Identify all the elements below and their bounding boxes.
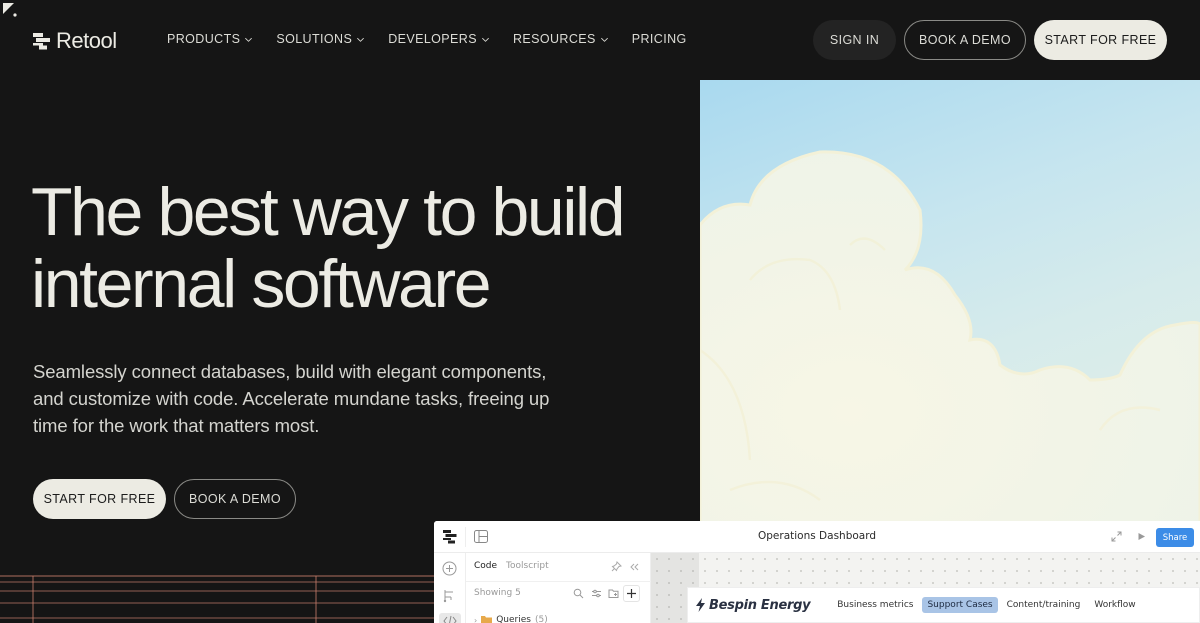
bespin-brand-name: Bespin Energy [709,597,811,613]
nav-business-metrics[interactable]: Business metrics [832,597,918,613]
nav-products[interactable]: PRODUCTS [167,32,253,46]
code-nav-active[interactable] [439,613,461,623]
app-preview-window: Operations Dashboard Share Code Toolscri… [434,521,1200,623]
nav-label: PRODUCTS [167,32,241,46]
app-sidebar-rail [434,553,466,623]
pin-icon[interactable] [611,561,622,572]
hero-book-demo-button[interactable]: BOOK A DEMO [174,479,296,519]
collapse-icon[interactable] [629,562,639,572]
nav-resources[interactable]: RESOURCES [513,32,609,46]
nav-label: RESOURCES [512,32,596,46]
chevron-down-icon [600,37,608,42]
code-icon [443,615,457,623]
divider [466,581,651,582]
play-icon[interactable] [1137,532,1146,541]
add-query-button[interactable] [623,585,640,602]
bespin-brand: Bespin Energy [696,597,811,613]
search-icon[interactable] [573,588,584,599]
nav-solutions[interactable]: SOLUTIONS [276,32,365,46]
queries-folder[interactable]: › Queries (5) [474,615,548,623]
hero-title-line-2: internal software [31,246,492,322]
app-topbar: Operations Dashboard Share [434,521,1200,553]
sign-in-button[interactable]: SIGN IN [813,20,896,60]
filter-icon[interactable] [591,588,602,599]
code-panel-tabs: Code Toolscript [474,561,549,571]
nav-support-cases[interactable]: Support Cases [922,597,998,613]
top-navigation: Retool PRODUCTS SOLUTIONS DEVELOPERS RES… [0,0,1200,80]
chevron-down-icon [357,37,365,42]
start-free-button[interactable]: START FOR FREE [1034,20,1167,60]
app-canvas: Bespin Energy Business metrics Support C… [651,553,1200,623]
bespin-app-header: Bespin Energy Business metrics Support C… [687,587,1200,623]
hero-start-free-button[interactable]: START FOR FREE [33,479,166,519]
hero-subtitle: Seamlessly connect databases, build with… [33,361,550,436]
hero-title-line-1: The best way to build [31,174,626,250]
expand-icon[interactable] [1111,531,1122,542]
new-folder-icon[interactable] [608,588,619,599]
hero-title: The best way to build internal software [31,176,691,320]
bespin-nav: Business metrics Support Cases Content/t… [832,597,1140,613]
hero-actions: START FOR FREE BOOK A DEMO [33,479,296,519]
nav-developers[interactable]: DEVELOPERS [388,32,490,46]
app-title: Operations Dashboard [757,530,877,542]
decorative-grid-lines [0,575,434,623]
sky-illustration [700,80,1200,523]
nav-label: PRICING [631,32,687,46]
tab-code[interactable]: Code [474,561,497,571]
nav-links: PRODUCTS SOLUTIONS DEVELOPERS RESOURCES … [167,32,710,46]
cloud-illustration [700,150,1200,523]
lightning-bolt-icon [696,598,705,612]
retool-logo-icon [33,32,50,49]
nav-label: DEVELOPERS [388,32,477,46]
chevron-down-icon [481,37,489,42]
book-demo-button[interactable]: BOOK A DEMO [904,20,1026,60]
brand-name: Retool [56,28,117,53]
plus-icon [627,589,636,598]
folder-label: Queries [496,615,531,623]
tree-icon[interactable] [442,588,457,603]
chevron-down-icon [245,37,253,42]
nav-workflow[interactable]: Workflow [1089,597,1140,613]
code-panel: Code Toolscript Showing 5 › Queries (5) [466,553,651,623]
nav-actions: SIGN IN BOOK A DEMO START FOR FREE [813,20,1167,60]
folder-count: (5) [534,615,548,623]
showing-count: Showing 5 [474,588,521,598]
nav-content-training[interactable]: Content/training [1002,597,1086,613]
nav-label: SOLUTIONS [276,32,353,46]
retool-logo[interactable]: Retool [33,28,117,54]
caret-icon: › [474,615,478,623]
share-button[interactable]: Share [1156,528,1194,547]
nav-pricing[interactable]: PRICING [632,32,687,46]
tab-toolscript[interactable]: Toolscript [506,561,549,571]
folder-icon [481,615,493,623]
add-circle-icon[interactable] [442,561,457,576]
